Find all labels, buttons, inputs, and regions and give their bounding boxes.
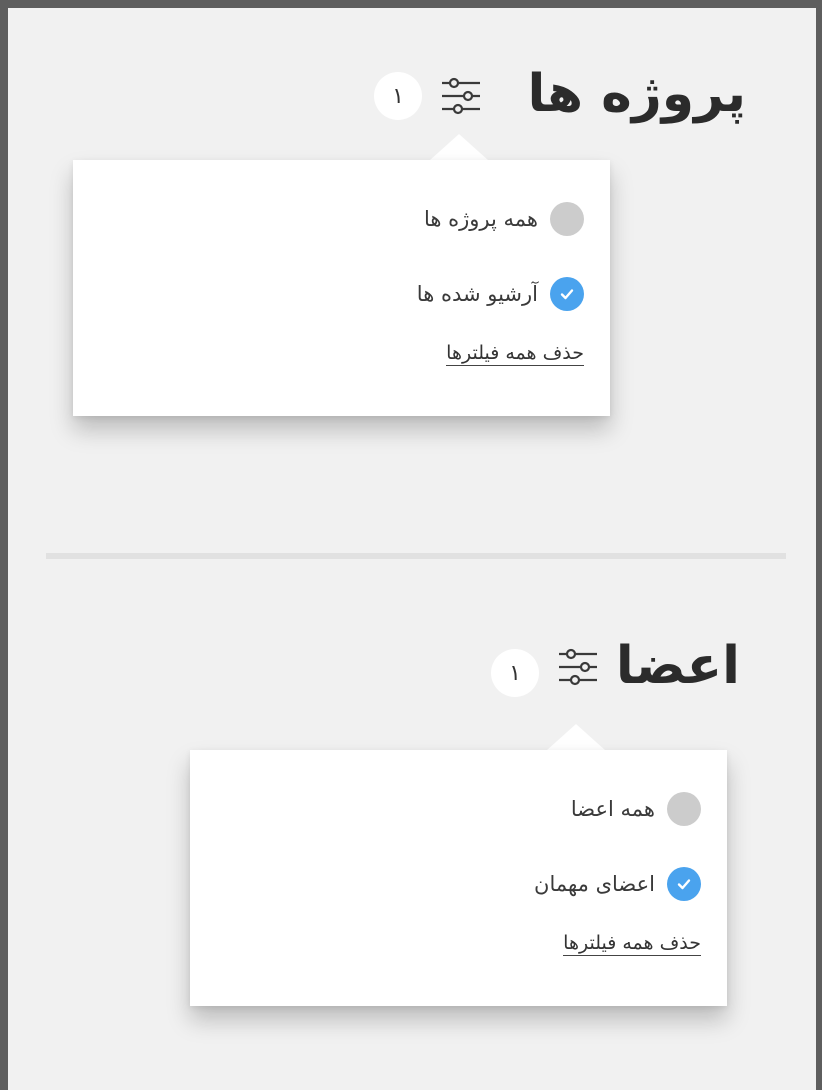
filter-option-guest-members[interactable]: اعضای مهمان (534, 867, 701, 901)
radio-unchecked-icon[interactable] (667, 792, 701, 826)
members-section: اعضا ١ همه اعضا اعضای مهمان حذف همه فیلت… (8, 568, 816, 1090)
dropdown-caret (430, 134, 488, 160)
section-divider (46, 553, 786, 559)
filter-option-all-projects[interactable]: همه پروژه ها (424, 202, 584, 236)
option-label: همه اعضا (570, 797, 655, 821)
sliders-icon[interactable] (557, 646, 599, 688)
members-filter-dropdown: همه اعضا اعضای مهمان حذف همه فیلترها (190, 750, 727, 1006)
checkmark-icon[interactable] (550, 277, 584, 311)
projects-title: پروژه ها (527, 64, 746, 124)
projects-filter-dropdown: همه پروژه ها آرشیو شده ها حذف همه فیلتره… (73, 160, 610, 416)
clear-all-filters-link[interactable]: حذف همه فیلترها (563, 932, 701, 956)
sliders-icon-graphic (559, 648, 597, 686)
checkmark-icon[interactable] (667, 867, 701, 901)
option-label: آرشیو شده ها (416, 282, 538, 306)
members-title: اعضا (615, 636, 740, 696)
filter-option-all-members[interactable]: همه اعضا (571, 792, 701, 826)
active-filter-count-badge: ١ (491, 649, 539, 697)
dropdown-caret (547, 724, 605, 750)
clear-all-filters-link[interactable]: حذف همه فیلترها (446, 342, 584, 366)
filters-screen: پروژه ها ١ همه پروژه ها آرشیو شده ها حذف… (8, 8, 816, 1090)
option-label: همه پروژه ها (423, 207, 538, 231)
option-label: اعضای مهمان (534, 872, 655, 896)
sliders-icon-graphic (442, 77, 480, 115)
sliders-icon[interactable] (440, 75, 482, 117)
projects-section: پروژه ها ١ همه پروژه ها آرشیو شده ها حذف… (8, 8, 816, 553)
radio-unchecked-icon[interactable] (550, 202, 584, 236)
active-filter-count-badge: ١ (374, 72, 422, 120)
filter-option-archived[interactable]: آرشیو شده ها (417, 277, 584, 311)
